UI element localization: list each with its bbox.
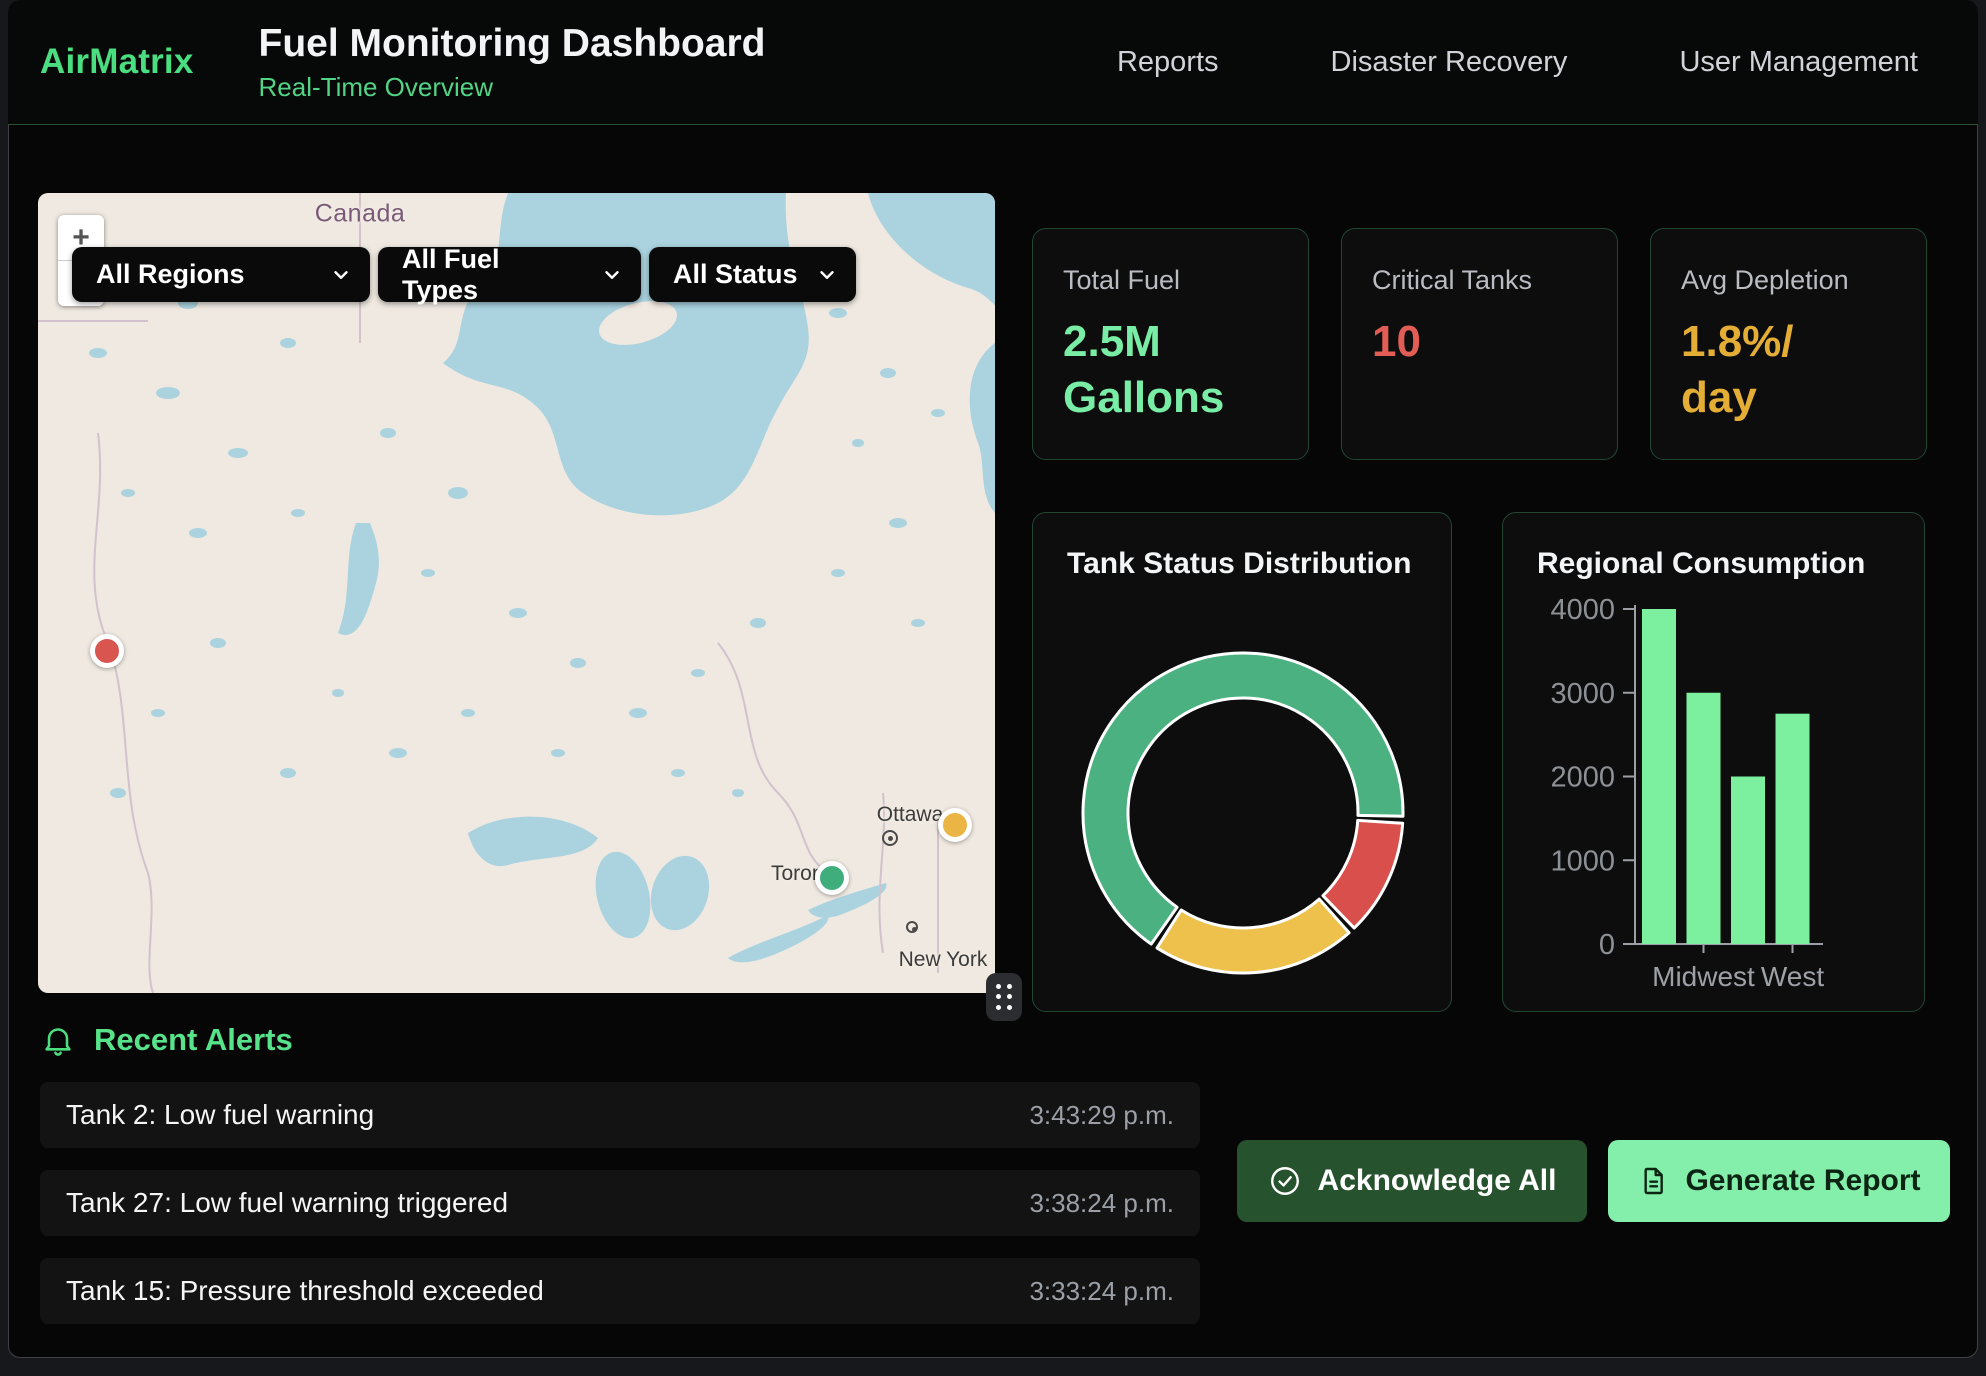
ottawa-town-icon: [882, 830, 898, 846]
generate-report-label: Generate Report: [1685, 1164, 1920, 1198]
svg-text:Midwest: Midwest: [1652, 961, 1755, 992]
map-label-new-york: New York: [899, 948, 988, 972]
regional-consumption-bar-chart: 0 1000 2000 3000 4000 MidwestWest: [1503, 513, 1926, 1013]
stat-card-critical-tanks: Critical Tanks 10: [1341, 228, 1618, 460]
tank-marker-normal[interactable]: [815, 861, 849, 895]
regional-consumption-card: Regional Consumption 01000200030004000Mi…: [1502, 512, 1925, 1012]
header: AirMatrix Fuel Monitoring Dashboard Real…: [8, 0, 1978, 125]
fuel-type-filter-value: All Fuel Types: [402, 244, 583, 306]
stat-value: 10: [1372, 314, 1582, 370]
nav-item-reports[interactable]: Reports: [1117, 46, 1219, 79]
title-block: Fuel Monitoring Dashboard Real-Time Over…: [259, 22, 766, 103]
svg-text:0: 0: [1599, 929, 1615, 961]
alert-row: Tank 15: Pressure threshold exceeded 3:3…: [40, 1258, 1200, 1324]
map-art: [38, 193, 995, 993]
nav-item-user-management[interactable]: User Management: [1679, 46, 1918, 79]
acknowledge-all-label: Acknowledge All: [1318, 1164, 1557, 1198]
alerts-title: Recent Alerts: [94, 1022, 293, 1058]
stat-label: Total Fuel: [1063, 265, 1308, 296]
map-panel: Canada Ottawa Toronto New York + − All R…: [38, 193, 995, 993]
stat-label: Critical Tanks: [1372, 265, 1617, 296]
fuel-type-filter-dropdown[interactable]: All Fuel Types: [378, 247, 641, 302]
stat-value: 1.8%/day: [1681, 314, 1891, 427]
alert-message: Tank 2: Low fuel warning: [66, 1099, 374, 1131]
stat-value: 2.5MGallons: [1063, 314, 1273, 427]
main-nav: Reports Disaster Recovery User Managemen…: [1117, 46, 1918, 79]
tank-status-card: Tank Status Distribution: [1032, 512, 1452, 1012]
bell-icon: [40, 1022, 76, 1058]
alerts-header: Recent Alerts: [40, 1022, 293, 1058]
map-label-ottawa: Ottawa: [877, 803, 944, 827]
svg-text:3000: 3000: [1550, 678, 1615, 710]
tank-marker-critical[interactable]: [90, 634, 124, 668]
dashboard: AirMatrix Fuel Monitoring Dashboard Real…: [0, 0, 1986, 1376]
tank-status-donut-chart: [1033, 543, 1453, 1013]
svg-text:1000: 1000: [1550, 845, 1615, 877]
acknowledge-all-button[interactable]: Acknowledge All: [1237, 1140, 1587, 1222]
chevron-down-icon: [330, 264, 352, 286]
page-subtitle: Real-Time Overview: [259, 72, 766, 103]
svg-text:2000: 2000: [1550, 762, 1615, 794]
stat-label: Avg Depletion: [1681, 265, 1926, 296]
map-canvas[interactable]: Canada Ottawa Toronto New York + − All R…: [38, 193, 995, 993]
region-filter-value: All Regions: [96, 259, 245, 290]
generate-report-button[interactable]: Generate Report: [1608, 1140, 1950, 1222]
chevron-down-icon: [601, 264, 623, 286]
new-york-town-icon: [906, 921, 918, 933]
stat-card-total-fuel: Total Fuel 2.5MGallons: [1032, 228, 1309, 460]
check-circle-icon: [1268, 1164, 1302, 1198]
alert-timestamp: 3:43:29 p.m.: [1029, 1100, 1174, 1131]
region-filter-dropdown[interactable]: All Regions: [72, 247, 370, 302]
stat-card-avg-depletion: Avg Depletion 1.8%/day: [1650, 228, 1927, 460]
status-filter-dropdown[interactable]: All Status: [649, 247, 856, 302]
map-filters: All Regions All Fuel Types All Status: [72, 247, 856, 302]
map-label-canada: Canada: [315, 200, 406, 229]
app-logo: AirMatrix: [40, 42, 194, 82]
alert-message: Tank 27: Low fuel warning triggered: [66, 1187, 508, 1219]
alert-timestamp: 3:33:24 p.m.: [1029, 1276, 1174, 1307]
alert-row: Tank 27: Low fuel warning triggered 3:38…: [40, 1170, 1200, 1236]
alert-message: Tank 15: Pressure threshold exceeded: [66, 1275, 544, 1307]
alert-timestamp: 3:38:24 p.m.: [1029, 1188, 1174, 1219]
map-resize-handle[interactable]: [986, 973, 1022, 1021]
tank-marker-warning[interactable]: [938, 808, 972, 842]
svg-text:West: West: [1761, 961, 1824, 992]
alert-row: Tank 2: Low fuel warning 3:43:29 p.m.: [40, 1082, 1200, 1148]
chevron-down-icon: [816, 264, 838, 286]
svg-text:4000: 4000: [1550, 594, 1615, 626]
nav-item-disaster-recovery[interactable]: Disaster Recovery: [1331, 46, 1568, 79]
document-icon: [1637, 1165, 1669, 1197]
page-title: Fuel Monitoring Dashboard: [259, 22, 766, 66]
status-filter-value: All Status: [673, 259, 798, 290]
